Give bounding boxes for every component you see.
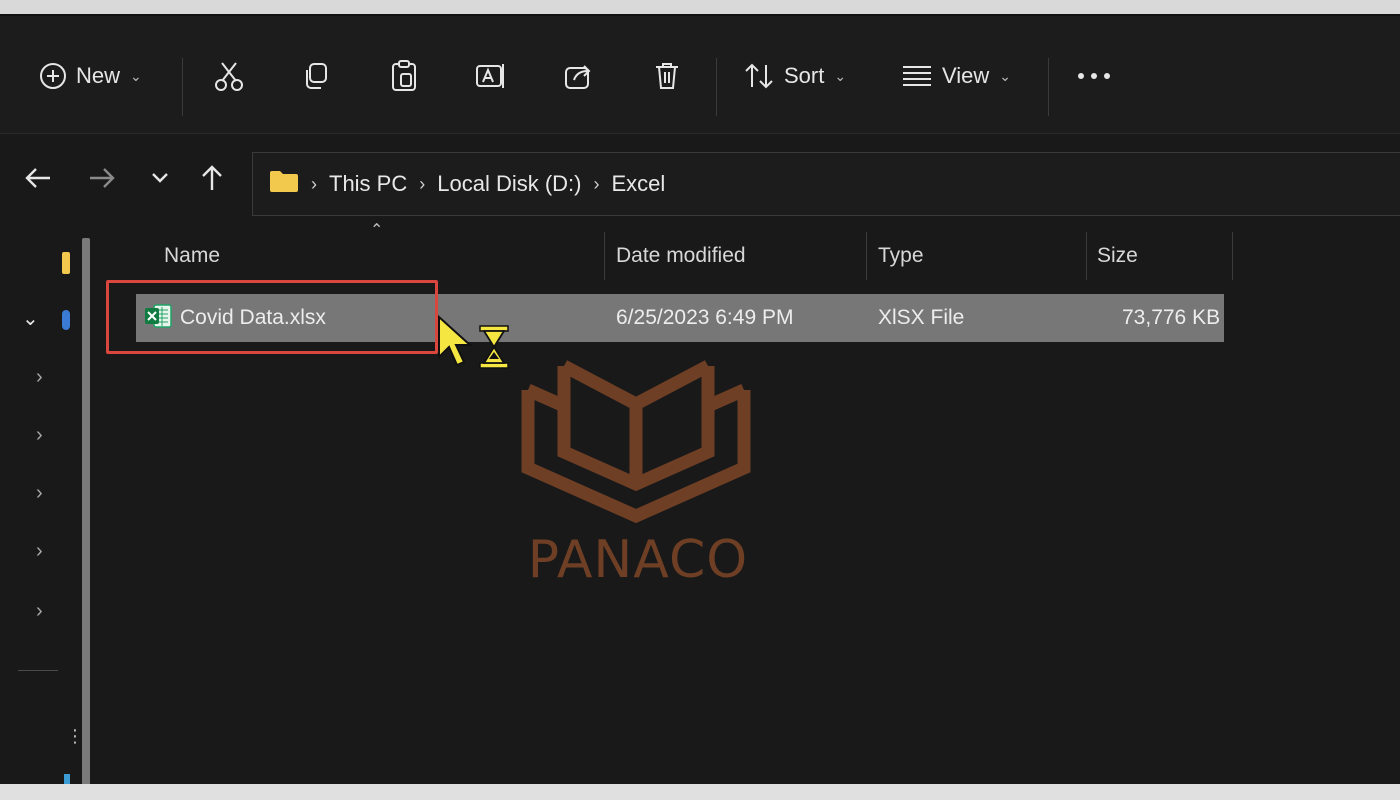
toolbar-divider bbox=[1048, 58, 1049, 116]
column-header-size[interactable]: Size bbox=[1097, 244, 1138, 268]
chevron-down-icon: ⌄ bbox=[999, 67, 1012, 84]
new-button-label: New bbox=[76, 63, 121, 88]
view-icon bbox=[900, 62, 934, 90]
chevron-down-icon: ⌄ bbox=[834, 67, 847, 84]
more-options-button[interactable] bbox=[1076, 56, 1112, 96]
sort-icon bbox=[742, 61, 776, 91]
share-icon bbox=[562, 60, 594, 92]
breadcrumb-excel[interactable]: Excel bbox=[612, 171, 666, 197]
column-header-name[interactable]: Name bbox=[164, 244, 220, 268]
column-header-type[interactable]: Type bbox=[878, 244, 924, 268]
nav-item-icon bbox=[62, 310, 70, 330]
breadcrumb-chevron-icon: › bbox=[419, 173, 426, 194]
breadcrumb-chevron-icon: › bbox=[593, 173, 600, 194]
recent-locations-button[interactable] bbox=[142, 162, 178, 198]
up-button[interactable] bbox=[194, 162, 230, 198]
breadcrumb-local-disk[interactable]: Local Disk (D:) bbox=[437, 171, 581, 197]
file-date-modified: 6/25/2023 6:49 PM bbox=[616, 306, 794, 329]
forward-button[interactable] bbox=[84, 162, 120, 198]
nav-divider bbox=[18, 670, 58, 671]
column-divider[interactable] bbox=[866, 232, 867, 280]
file-size: 73,776 KB bbox=[1122, 306, 1221, 329]
share-button[interactable] bbox=[562, 56, 594, 96]
chevron-down-icon: ⌄ bbox=[130, 67, 142, 84]
plus-circle-icon bbox=[38, 61, 68, 91]
nav-collapsed-chevron-icon[interactable]: › bbox=[36, 540, 43, 563]
more-icon bbox=[1076, 71, 1112, 81]
cut-button[interactable] bbox=[212, 56, 246, 96]
highlight-callout-box bbox=[106, 280, 438, 354]
sort-ascending-icon: ⌃ bbox=[370, 222, 384, 239]
chevron-down-icon bbox=[150, 171, 170, 190]
toolbar-divider bbox=[716, 58, 717, 116]
arrow-left-icon bbox=[24, 166, 52, 195]
folder-icon bbox=[269, 169, 299, 199]
mouse-cursor-icon bbox=[436, 314, 474, 377]
back-button[interactable] bbox=[20, 162, 56, 198]
column-divider[interactable] bbox=[604, 232, 605, 280]
rename-button[interactable] bbox=[474, 56, 508, 96]
nav-collapsed-chevron-icon[interactable]: › bbox=[36, 366, 43, 389]
rename-icon bbox=[474, 60, 508, 92]
file-type: XlSX File bbox=[878, 306, 965, 329]
arrow-up-icon bbox=[200, 164, 224, 197]
paste-icon bbox=[388, 59, 420, 93]
delete-icon bbox=[652, 60, 682, 92]
toolbar-divider bbox=[182, 58, 183, 116]
cut-icon bbox=[212, 59, 246, 93]
nav-expanded-chevron-icon[interactable]: ⌄ bbox=[22, 306, 39, 331]
address-bar[interactable]: › This PC › Local Disk (D:) › Excel bbox=[252, 152, 1400, 216]
column-header-date-modified[interactable]: Date modified bbox=[616, 244, 746, 268]
sort-button[interactable]: Sort ⌄ bbox=[742, 56, 846, 96]
copy-button[interactable] bbox=[300, 56, 332, 96]
breadcrumb-chevron-icon: › bbox=[311, 173, 317, 194]
sort-button-label: Sort bbox=[784, 63, 825, 88]
nav-collapsed-chevron-icon[interactable]: › bbox=[36, 424, 43, 447]
breadcrumb-this-pc[interactable]: This PC bbox=[329, 171, 407, 197]
column-divider[interactable] bbox=[1086, 232, 1087, 280]
view-button-label: View bbox=[942, 63, 990, 88]
nav-collapsed-chevron-icon[interactable]: › bbox=[36, 482, 43, 505]
copy-icon bbox=[300, 60, 332, 92]
new-button[interactable]: New ⌄ bbox=[38, 56, 142, 96]
arrow-right-icon bbox=[88, 166, 116, 195]
watermark-text: PANACO bbox=[527, 530, 749, 590]
command-bar: New ⌄ Sort ⌄ View ⌄ bbox=[0, 16, 1400, 134]
hourglass-busy-icon bbox=[478, 324, 510, 375]
nav-item-icon bbox=[64, 774, 70, 784]
navigation-pane-scrollbar[interactable] bbox=[82, 238, 90, 784]
view-button[interactable]: View ⌄ bbox=[900, 56, 1011, 96]
nav-collapsed-chevron-icon[interactable]: › bbox=[36, 600, 43, 623]
delete-button[interactable] bbox=[652, 56, 682, 96]
nav-item-icon bbox=[62, 252, 70, 274]
bottom-border bbox=[0, 784, 1400, 800]
column-divider[interactable] bbox=[1232, 232, 1233, 280]
file-explorer-window: New ⌄ Sort ⌄ View ⌄ › This PC › Local Di… bbox=[0, 14, 1400, 784]
paste-button[interactable] bbox=[388, 56, 420, 96]
